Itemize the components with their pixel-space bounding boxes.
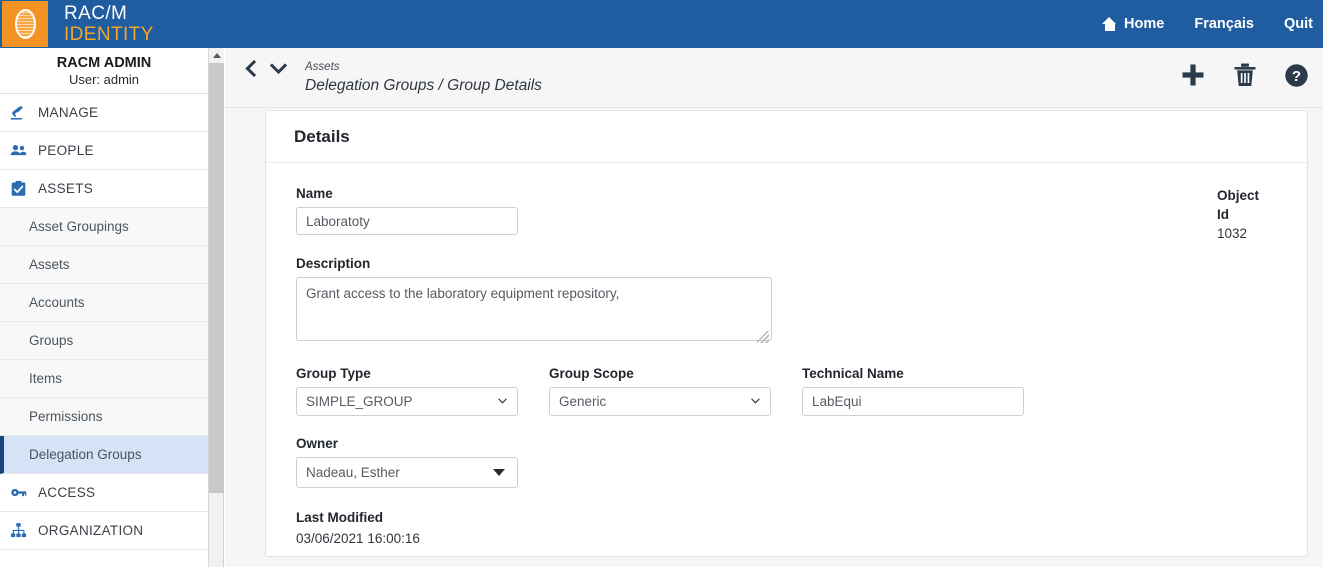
sidebar-item-access[interactable]: ACCESS	[0, 474, 208, 512]
owner-label: Owner	[296, 436, 339, 451]
sidebar-item-organization-label: ORGANIZATION	[38, 523, 144, 538]
sidebar-user-name: RACM ADMIN	[56, 55, 152, 71]
svg-text:?: ?	[1292, 68, 1301, 85]
nav-home-label: Home	[1124, 16, 1165, 32]
toolbar-actions: ?	[1180, 62, 1309, 88]
name-input[interactable]	[296, 207, 518, 235]
brand-line-1: RAC/M	[64, 3, 128, 24]
technical-name-label: Technical Name	[802, 366, 904, 381]
description-textarea[interactable]	[296, 277, 772, 341]
sidebar-item-asset-groupings[interactable]: Asset Groupings	[0, 208, 208, 246]
home-icon	[1102, 17, 1117, 31]
gavel-icon	[10, 106, 23, 120]
object-id-value: 1032	[1217, 226, 1248, 241]
last-modified-label: Last Modified	[296, 510, 383, 525]
object-id-block: Object Id 1032	[1217, 186, 1279, 241]
sitemap-icon	[10, 523, 27, 538]
nav-quit-link[interactable]: Quit	[1284, 16, 1313, 32]
group-attributes-row: Group Type SIMPLE_GROUP Group Scope Gene…	[296, 366, 1279, 416]
sidebar-item-people-label: PEOPLE	[38, 143, 94, 158]
plus-icon[interactable]	[1180, 62, 1206, 88]
description-wrapper	[296, 277, 772, 346]
group-type-label: Group Type	[296, 366, 371, 381]
sidebar-user-block: RACM ADMIN User: admin	[0, 48, 208, 94]
details-panel: Details Object Id 1032 Name Description …	[265, 110, 1308, 557]
group-type-field: Group Type SIMPLE_GROUP	[296, 366, 549, 416]
sidebar-item-delegation-groups[interactable]: Delegation Groups	[0, 436, 208, 474]
brand-wordmark: RAC/M IDENTITY	[64, 4, 154, 44]
group-type-value: SIMPLE_GROUP	[306, 394, 413, 409]
key-icon	[11, 488, 27, 497]
breadcrumb-bar: Assets Delegation Groups / Group Details…	[225, 48, 1323, 108]
sidebar-item-people[interactable]: PEOPLE	[0, 132, 208, 170]
sidebar: RACM ADMIN User: admin MANAGE PEOPLE ASS…	[0, 48, 209, 567]
clipboard-check-icon	[11, 180, 26, 196]
app-logo	[2, 1, 48, 47]
people-icon	[10, 144, 27, 156]
last-modified-value: 03/06/2021 16:00:16	[296, 531, 420, 546]
group-scope-value: Generic	[559, 394, 607, 409]
sidebar-item-assets-label: ASSETS	[38, 181, 94, 196]
group-scope-field: Group Scope Generic	[549, 366, 802, 416]
sidebar-item-groups[interactable]: Groups	[0, 322, 208, 360]
description-label: Description	[296, 256, 371, 271]
sidebar-item-items[interactable]: Items	[0, 360, 208, 398]
app-header: RAC/M IDENTITY Home Français Quit	[0, 0, 1323, 48]
group-scope-label: Group Scope	[549, 366, 634, 381]
sidebar-item-manage[interactable]: MANAGE	[0, 94, 208, 132]
sidebar-item-manage-label: MANAGE	[38, 105, 99, 120]
nav-home-link[interactable]: Home	[1102, 16, 1164, 32]
group-type-select[interactable]: SIMPLE_GROUP	[296, 387, 518, 416]
scrollbar-thumb[interactable]	[209, 63, 224, 493]
sidebar-item-permissions[interactable]: Permissions	[0, 398, 208, 436]
sidebar-item-organization[interactable]: ORGANIZATION	[0, 512, 208, 550]
fingerprint-icon	[14, 9, 36, 39]
object-id-label-line2: Id	[1217, 207, 1229, 222]
group-scope-select[interactable]: Generic	[549, 387, 771, 416]
trash-icon[interactable]	[1233, 62, 1257, 88]
owner-select[interactable]: Nadeau, Esther	[296, 457, 518, 488]
chevron-down-icon	[498, 398, 507, 404]
technical-name-field: Technical Name	[802, 366, 1024, 416]
owner-value: Nadeau, Esther	[306, 465, 400, 480]
technical-name-input[interactable]	[802, 387, 1024, 416]
nav-language-link[interactable]: Français	[1194, 16, 1254, 32]
breadcrumb: Assets Delegation Groups / Group Details	[287, 48, 542, 97]
sidebar-user-login: User: admin	[68, 72, 140, 87]
chevron-down-icon	[751, 398, 760, 404]
sidebar-item-access-label: ACCESS	[38, 485, 96, 500]
caret-down-icon	[493, 469, 505, 476]
group-type-select-wrapper: SIMPLE_GROUP	[296, 387, 518, 416]
details-panel-body: Object Id 1032 Name Description Group Ty…	[266, 163, 1307, 546]
page-title: Details	[294, 126, 350, 146]
group-scope-select-wrapper: Generic	[549, 387, 771, 416]
object-id-label-line1: Object	[1217, 188, 1260, 203]
sidebar-scrollbar[interactable]	[209, 48, 224, 567]
main-content: Assets Delegation Groups / Group Details…	[225, 48, 1323, 567]
scrollbar-up-arrow-icon[interactable]	[209, 48, 224, 63]
details-panel-header: Details	[266, 111, 1307, 163]
sidebar-item-assets-list[interactable]: Assets	[0, 246, 208, 284]
chevron-left-icon[interactable]	[244, 60, 257, 77]
owner-select-wrapper: Nadeau, Esther	[296, 457, 518, 488]
sidebar-item-assets[interactable]: ASSETS	[0, 170, 208, 208]
help-circle-icon[interactable]: ?	[1284, 63, 1309, 88]
name-label: Name	[296, 186, 333, 201]
breadcrumb-nav-icons	[225, 48, 287, 77]
brand-line-2: IDENTITY	[64, 24, 154, 45]
breadcrumb-parent[interactable]: Assets	[305, 60, 542, 75]
top-navigation: Home Français Quit	[1102, 16, 1323, 32]
chevron-down-icon[interactable]	[270, 62, 287, 75]
sidebar-item-accounts[interactable]: Accounts	[0, 284, 208, 322]
breadcrumb-path: Delegation Groups / Group Details	[305, 77, 542, 94]
